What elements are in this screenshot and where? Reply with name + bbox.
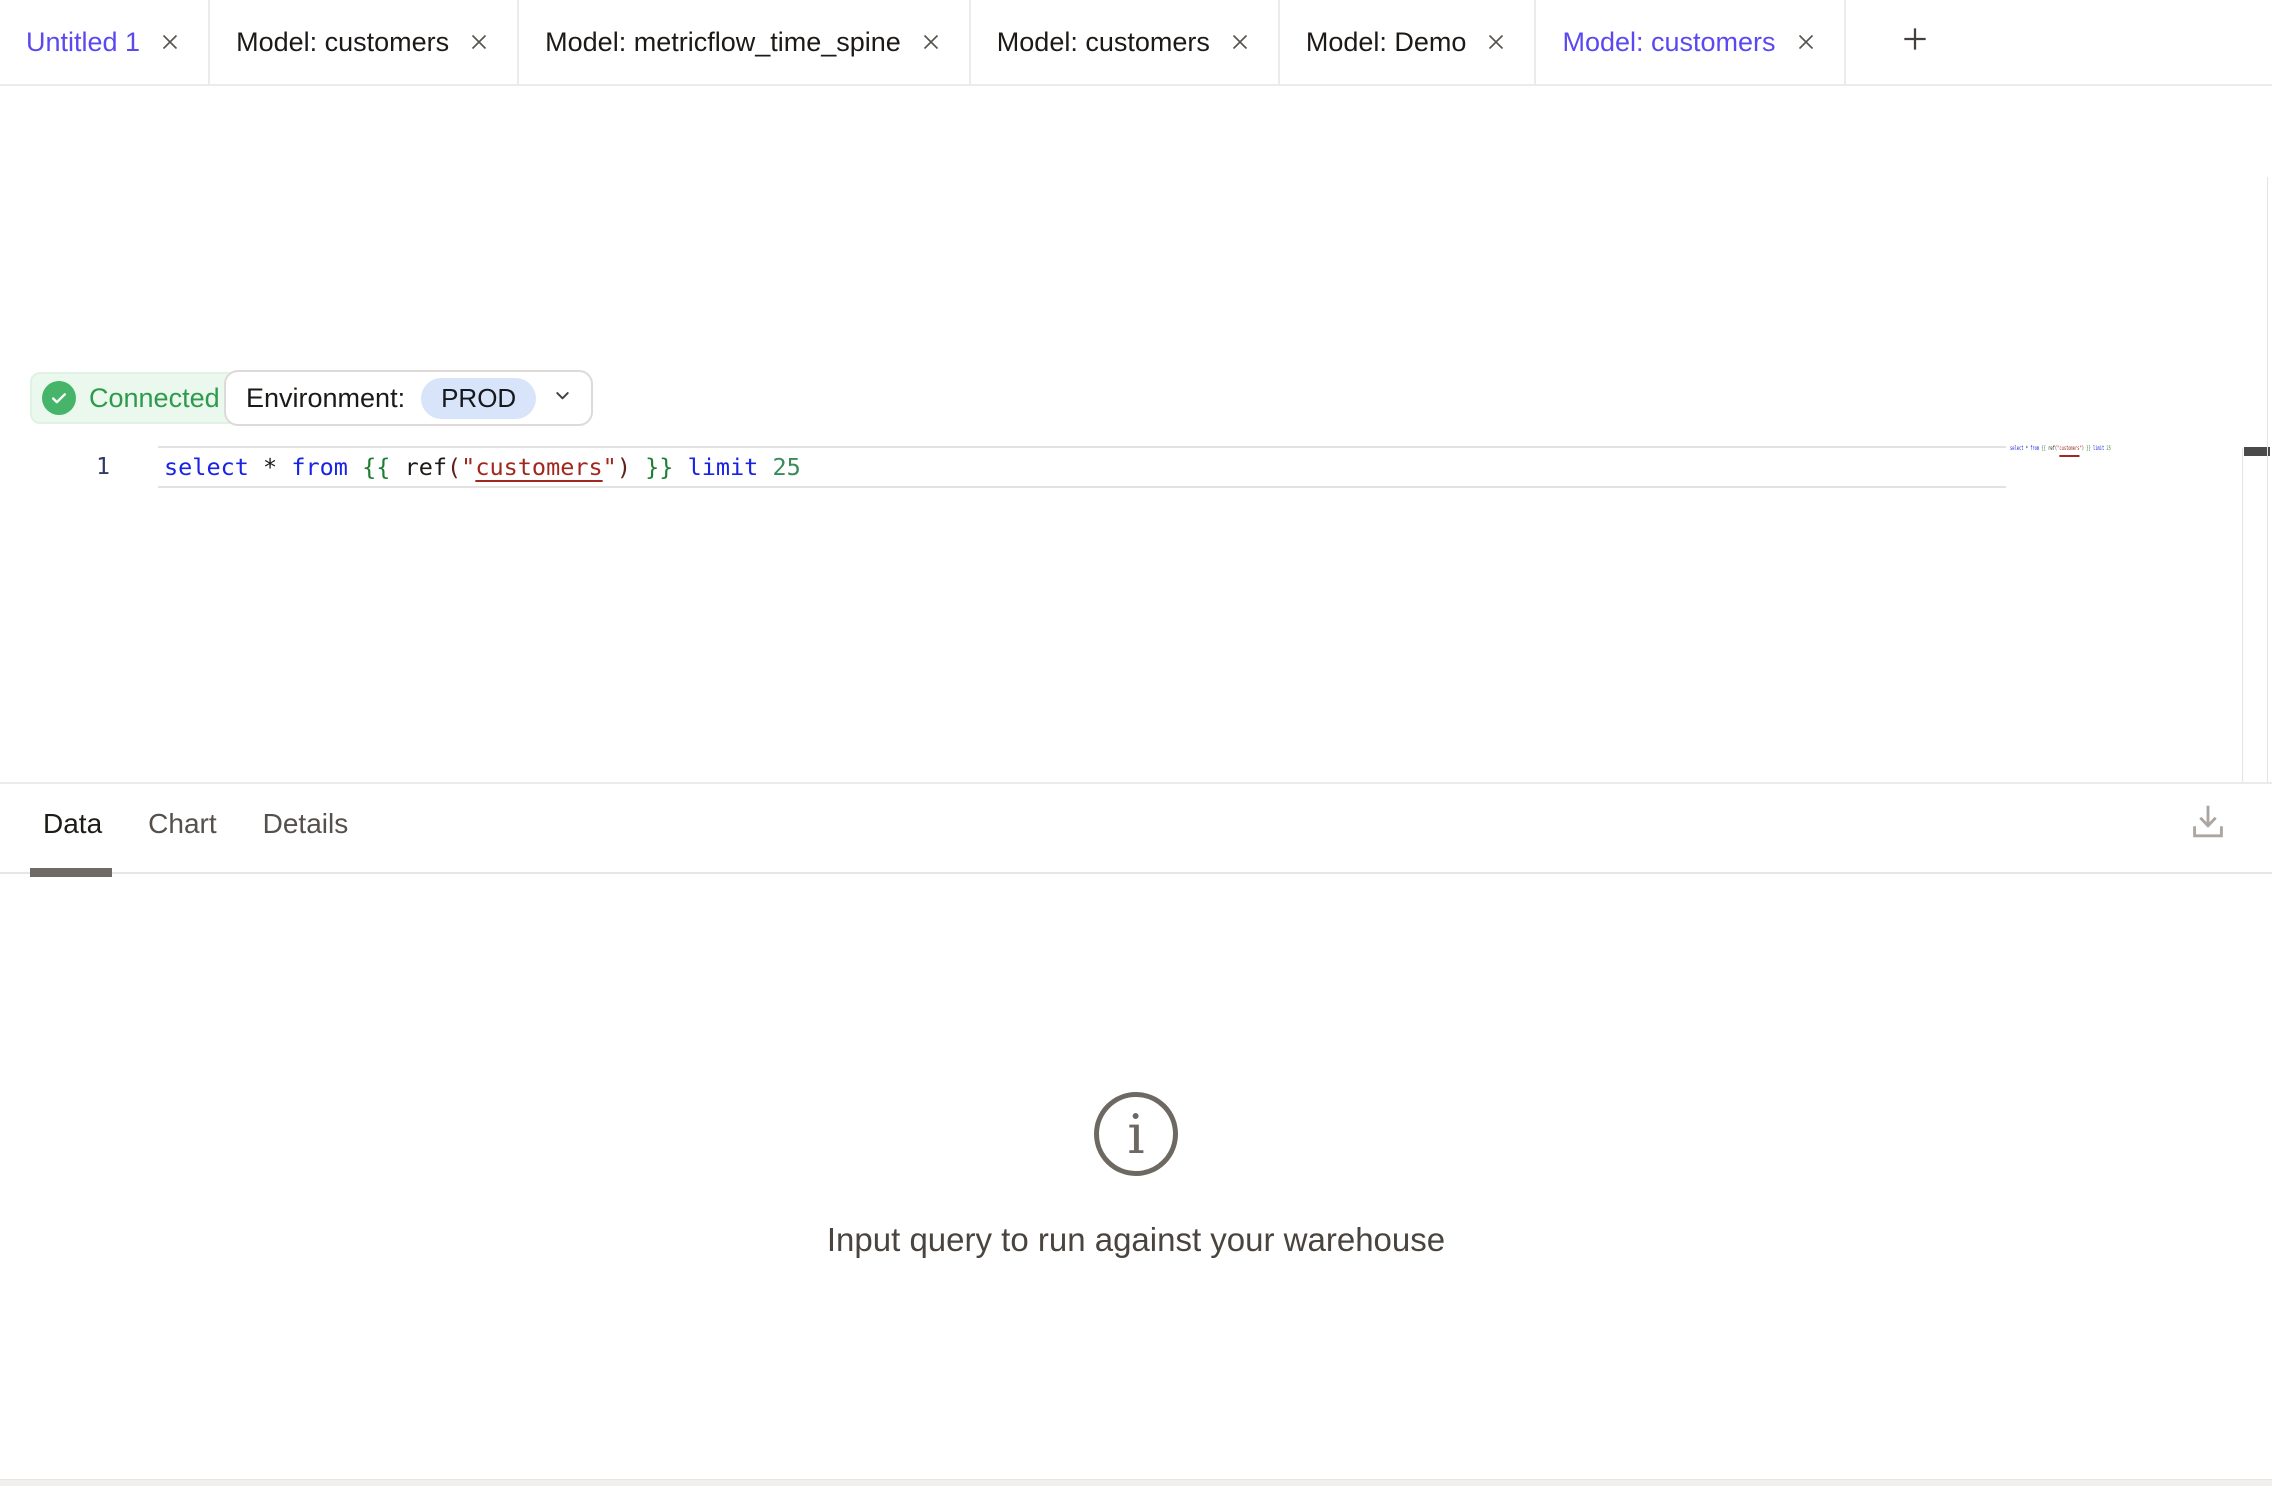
code-token: from [291, 453, 348, 481]
empty-state-message: Input query to run against your warehous… [0, 1221, 2272, 1259]
code-line[interactable]: select * from {{ ref("customers") }} lim… [158, 446, 2006, 488]
check-circle-icon [42, 381, 76, 415]
code-token [249, 453, 263, 481]
code-token: limit [2093, 445, 2104, 452]
code-token [277, 453, 291, 481]
code-token: select [2010, 445, 2023, 452]
empty-state: i Input query to run against your wareho… [0, 1090, 2272, 1259]
code-token: from [2030, 445, 2039, 452]
code-token: customers [475, 453, 602, 481]
tab-label: Model: Demo [1306, 27, 1467, 58]
close-icon[interactable] [919, 30, 943, 54]
code-token [673, 453, 687, 481]
code-token [348, 453, 362, 481]
plus-icon [1899, 23, 1931, 62]
editor-minimap[interactable]: select * from {{ ref("customers") }} lim… [2010, 445, 2109, 452]
tab-label: Untitled 1 [26, 27, 140, 58]
close-icon[interactable] [1484, 30, 1508, 54]
info-icon: i [1092, 1165, 1180, 1182]
tab-model-customers[interactable]: Model: customers [971, 0, 1280, 84]
window-bottom-edge [0, 1479, 2272, 1486]
connection-status-badge: Connected [30, 372, 246, 424]
tab-label: Model: customers [236, 27, 449, 58]
code-token: ref [405, 453, 447, 481]
download-button[interactable] [2182, 798, 2234, 850]
close-icon[interactable] [1228, 30, 1252, 54]
close-icon[interactable] [158, 30, 182, 54]
editor-tab-bar: Untitled 1 Model: customers Model: metricf… [0, 0, 2272, 86]
close-icon[interactable] [467, 30, 491, 54]
line-number: 1 [0, 446, 110, 488]
new-tab-button[interactable] [1846, 0, 1984, 84]
svg-text:i: i [1127, 1103, 1144, 1166]
code-token: " [603, 453, 617, 481]
tab-model-customers[interactable]: Model: customers [210, 0, 519, 84]
ide-window: Untitled 1 Model: customers Model: metricf… [0, 0, 2272, 1486]
tab-untitled-1[interactable]: Untitled 1 [0, 0, 210, 84]
tab-label: Model: customers [1562, 27, 1775, 58]
results-tab-bar: Data Chart Details [43, 808, 348, 840]
code-token: limit [688, 453, 759, 481]
tab-model-customers[interactable]: Model: customers [1536, 0, 1845, 84]
toolbar: Develop Run [0, 86, 2272, 178]
code-token [390, 453, 404, 481]
tab-label: Model: metricflow_time_spine [545, 27, 901, 58]
code-token: 25 [2106, 445, 2110, 452]
sql-editor: Connected Environment: PROD 1 select * f… [0, 176, 2272, 782]
results-panel: Data Chart Details i Input query to run ag… [0, 782, 2272, 1480]
code-token: * [263, 453, 277, 481]
tab-model-demo[interactable]: Model: Demo [1280, 0, 1537, 84]
code-token: }} [645, 453, 673, 481]
code-token: ( [447, 453, 461, 481]
download-icon [2185, 799, 2231, 850]
results-tab-details[interactable]: Details [263, 808, 349, 840]
code-token [631, 453, 645, 481]
tab-model-metricflow-time-spine[interactable]: Model: metricflow_time_spine [519, 0, 971, 84]
results-tab-data[interactable]: Data [43, 808, 102, 840]
connection-status-label: Connected [89, 383, 220, 414]
environment-label: Environment: [246, 383, 405, 414]
results-tab-chart[interactable]: Chart [148, 808, 216, 840]
code-token: " [461, 453, 475, 481]
chevron-down-icon [552, 385, 573, 411]
code-token: ) [617, 453, 631, 481]
environment-dropdown[interactable]: Environment: PROD [224, 370, 593, 426]
results-tab-divider [0, 872, 2272, 874]
environment-value-pill: PROD [421, 378, 536, 419]
code-token: select [164, 453, 249, 481]
close-icon[interactable] [1794, 30, 1818, 54]
active-tab-underline [30, 868, 112, 877]
tab-label: Model: customers [997, 27, 1210, 58]
code-token [758, 453, 772, 481]
code-token: 25 [773, 453, 801, 481]
code-token: customers [2059, 445, 2079, 452]
code-token: {{ [362, 453, 390, 481]
